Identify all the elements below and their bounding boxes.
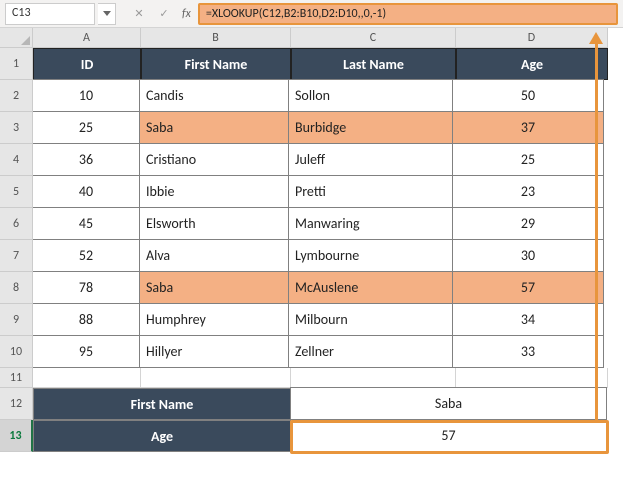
cell-id[interactable]: 36 — [32, 143, 140, 176]
table-row: 36 Cristiano Juleff 25 — [33, 144, 623, 176]
cell-first[interactable]: Alva — [139, 239, 289, 272]
header-first-name[interactable]: First Name — [141, 48, 291, 80]
cell-id[interactable]: 25 — [32, 111, 140, 144]
row-header[interactable]: 12 — [0, 388, 33, 420]
row-header[interactable]: 3 — [0, 112, 33, 144]
col-header-d[interactable]: D — [456, 28, 608, 48]
cancel-icon: ✕ — [128, 3, 150, 25]
select-all-corner[interactable] — [0, 28, 33, 48]
lookup-row-age: Age 57 — [33, 420, 623, 452]
cell-first[interactable]: Candis — [139, 79, 289, 112]
table-row: 25 Saba Burbidge 37 — [33, 112, 623, 144]
cell-age[interactable]: 37 — [452, 111, 604, 144]
cell-last[interactable]: Zellner — [288, 335, 453, 368]
col-header-a[interactable]: A — [33, 28, 141, 48]
table-row: 95 Hillyer Zellner 33 — [33, 336, 623, 368]
lookup-label-age[interactable]: Age — [33, 420, 291, 452]
row-header[interactable]: 9 — [0, 304, 33, 336]
cell-age[interactable]: 25 — [452, 143, 604, 176]
cell-last[interactable]: Burbidge — [288, 111, 453, 144]
name-box[interactable]: C13 — [5, 3, 95, 25]
cell-first[interactable]: Cristiano — [139, 143, 289, 176]
row-header[interactable]: 4 — [0, 144, 33, 176]
cell-age[interactable]: 29 — [452, 207, 604, 240]
cell-first[interactable]: Saba — [139, 111, 289, 144]
lookup-value-first[interactable]: Saba — [290, 387, 607, 420]
cell-last[interactable]: Milbourn — [288, 303, 453, 336]
cell-last[interactable]: Sollon — [288, 79, 453, 112]
row-header[interactable]: 5 — [0, 176, 33, 208]
cell-id[interactable]: 95 — [32, 335, 140, 368]
cell-id[interactable]: 88 — [32, 303, 140, 336]
name-box-dropdown[interactable] — [98, 3, 116, 25]
cell-id[interactable]: 78 — [32, 271, 140, 304]
table-row: 52 Alva Lymbourne 30 — [33, 240, 623, 272]
row-header[interactable]: 7 — [0, 240, 33, 272]
column-headers: A B C D — [33, 28, 623, 48]
table-row: 88 Humphrey Milbourn 34 — [33, 304, 623, 336]
cell-last[interactable]: Pretti — [288, 175, 453, 208]
cell-id[interactable]: 10 — [32, 79, 140, 112]
table-row: 10 Candis Sollon 50 — [33, 80, 623, 112]
cell-id[interactable]: 52 — [32, 239, 140, 272]
row-header[interactable]: 8 — [0, 272, 33, 304]
cells-area: ID First Name Last Name Age 10 Candis So… — [33, 48, 623, 452]
table-row: 40 Ibbie Pretti 23 — [33, 176, 623, 208]
cell-age[interactable]: 34 — [452, 303, 604, 336]
cell-age[interactable]: 30 — [452, 239, 604, 272]
row-header[interactable]: 10 — [0, 336, 33, 368]
cell-first[interactable]: Elsworth — [139, 207, 289, 240]
header-age[interactable]: Age — [456, 48, 608, 80]
cell-age[interactable]: 23 — [452, 175, 604, 208]
table-header-row: ID First Name Last Name Age — [33, 48, 623, 80]
empty-row — [33, 368, 623, 388]
formula-input[interactable]: =XLOOKUP(C12,B2:B10,D2:D10,,0,-1) — [198, 3, 618, 25]
row-header[interactable]: 1 — [0, 48, 33, 80]
cell-last[interactable]: Manwaring — [288, 207, 453, 240]
spreadsheet-grid: A B C D 1 2 3 4 5 6 7 8 9 10 11 12 13 ID… — [0, 28, 623, 452]
lookup-value-age[interactable]: 57 — [290, 419, 607, 452]
fx-icon[interactable]: fx — [182, 7, 191, 21]
cell-first[interactable]: Ibbie — [139, 175, 289, 208]
empty-cell[interactable] — [456, 368, 608, 388]
col-header-b[interactable]: B — [141, 28, 291, 48]
table-row: 78 Saba McAuslene 57 — [33, 272, 623, 304]
cell-last[interactable]: Juleff — [288, 143, 453, 176]
cell-id[interactable]: 40 — [32, 175, 140, 208]
header-last-name[interactable]: Last Name — [291, 48, 456, 80]
lookup-label-first[interactable]: First Name — [33, 388, 291, 420]
cell-first[interactable]: Hillyer — [139, 335, 289, 368]
header-id[interactable]: ID — [33, 48, 141, 80]
empty-cell[interactable] — [291, 368, 456, 388]
cell-id[interactable]: 45 — [32, 207, 140, 240]
row-header[interactable]: 2 — [0, 80, 33, 112]
col-header-c[interactable]: C — [291, 28, 456, 48]
cell-last[interactable]: McAuslene — [288, 271, 453, 304]
row-header[interactable]: 6 — [0, 208, 33, 240]
row-header[interactable]: 13 — [0, 420, 33, 452]
empty-cell[interactable] — [33, 368, 141, 388]
lookup-row-name: First Name Saba — [33, 388, 623, 420]
cell-age[interactable]: 50 — [452, 79, 604, 112]
enter-icon: ✓ — [153, 3, 175, 25]
row-headers: 1 2 3 4 5 6 7 8 9 10 11 12 13 — [0, 48, 33, 452]
cell-last[interactable]: Lymbourne — [288, 239, 453, 272]
empty-cell[interactable] — [141, 368, 291, 388]
cell-first[interactable]: Saba — [139, 271, 289, 304]
cell-age[interactable]: 33 — [452, 335, 604, 368]
cell-age[interactable]: 57 — [452, 271, 604, 304]
table-row: 45 Elsworth Manwaring 29 — [33, 208, 623, 240]
formula-bar-row: C13 ✕ ✓ fx =XLOOKUP(C12,B2:B10,D2:D10,,0… — [0, 0, 623, 28]
row-header[interactable]: 11 — [0, 368, 33, 388]
cell-first[interactable]: Humphrey — [139, 303, 289, 336]
